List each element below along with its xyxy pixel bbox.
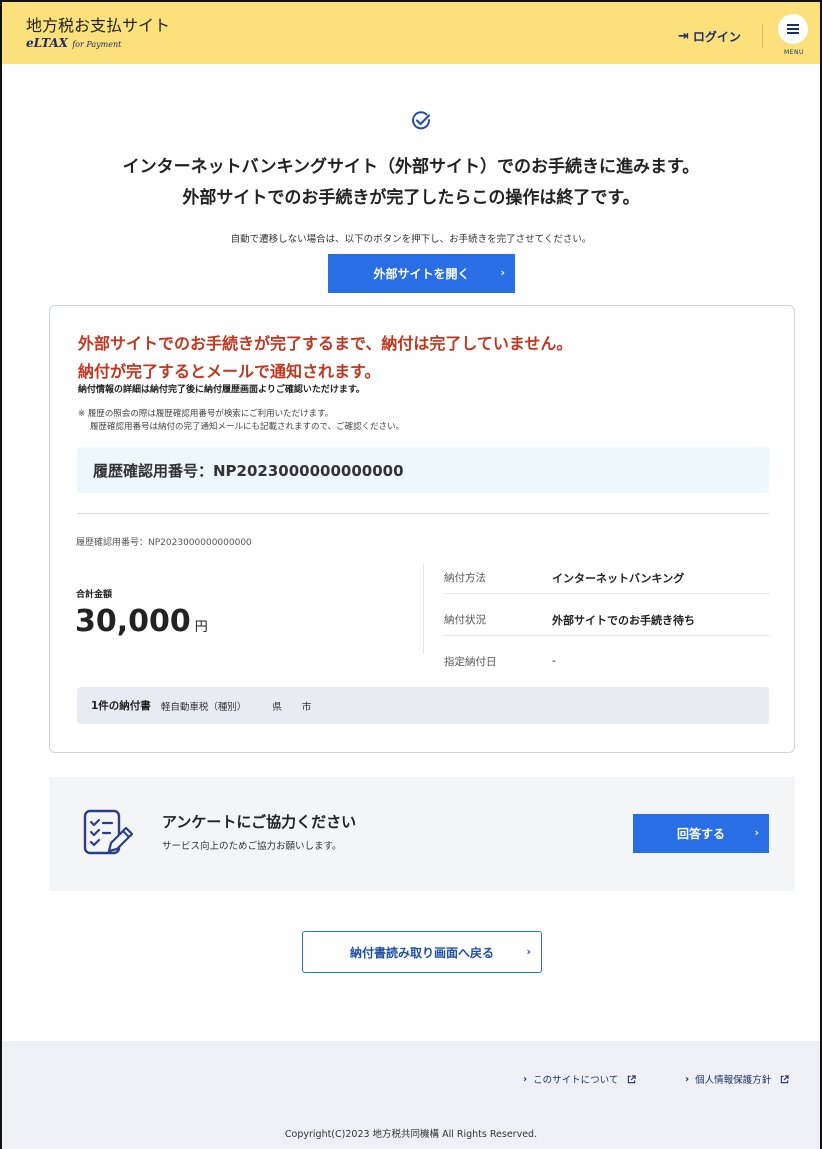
- auto-redirect-note: 自動で遷移しない場合は、以下のボタンを押下し、お手続きを完了させてください。: [230, 234, 592, 245]
- external-link-icon: [628, 1074, 636, 1083]
- footer-link-about[interactable]: › このサイトについて: [523, 1072, 636, 1086]
- total-amount-label: 合計金額: [76, 590, 113, 600]
- chevron-right-icon: ›: [500, 266, 505, 279]
- chevron-right-icon: ›: [685, 1073, 690, 1085]
- login-icon: ⇥: [678, 29, 689, 44]
- card-divider: [77, 513, 769, 514]
- info-value: インターネットバンキング: [552, 572, 685, 585]
- external-link-icon: [780, 1074, 789, 1083]
- login-label: ログイン: [692, 30, 741, 44]
- footer-link-privacy-label: 個人情報保護方針: [695, 1075, 772, 1086]
- bill-city: 市: [301, 701, 312, 713]
- info-row-payment-status: 納付状況 外部サイトでのお手続き待ち: [444, 604, 770, 636]
- login-link[interactable]: ⇥ ログイン: [678, 28, 741, 45]
- footer-link-about-label: このサイトについて: [533, 1075, 619, 1086]
- history-id-box: 履歴確認用番号：NP2023000000000000: [77, 447, 769, 493]
- survey-subtitle: サービス向上のためご協力お願いします。: [162, 841, 342, 852]
- survey-panel: アンケートにご協力ください サービス向上のためご協力お願いします。 回答する ›: [49, 777, 795, 891]
- hero-heading-line2: 外部サイトでのお手続きが完了したらこの操作は終了です。: [182, 188, 640, 208]
- footer-link-privacy[interactable]: › 個人情報保護方針: [685, 1072, 789, 1086]
- warning-line1: 外部サイトでのお手続きが完了するまで、納付は完了していません。: [78, 334, 573, 353]
- info-row-payment-method: 納付方法 インターネットバンキング: [444, 562, 770, 594]
- info-value: -: [552, 654, 556, 667]
- history-note2: 履歴確認用番号は納付の完了通知メールにも記載されますので、ご確認ください。: [90, 422, 405, 432]
- site-header: 地方税お支払サイト eLTAX for Payment ⇥ ログイン MENU: [2, 2, 820, 64]
- chevron-right-icon: ›: [523, 1073, 528, 1085]
- detail-note: 納付情報の詳細は納付完了後に納付履歴画面よりご確認いただけます。: [78, 385, 365, 395]
- bill-prefecture: 県: [272, 701, 282, 713]
- total-amount-unit: 円: [194, 620, 208, 635]
- open-external-site-label: 外部サイトを開く: [373, 267, 470, 281]
- menu-label: MENU: [784, 49, 804, 56]
- chevron-right-icon: ›: [754, 826, 759, 839]
- hamburger-icon: [787, 24, 799, 34]
- site-footer: › このサイトについて › 個人情報保護方針 Copyright(C)2023 …: [2, 1041, 820, 1149]
- vertical-divider: [423, 564, 424, 654]
- header-divider: [762, 24, 763, 48]
- logo-main: eLTAX: [26, 36, 68, 50]
- open-external-site-button[interactable]: 外部サイトを開く ›: [328, 254, 515, 293]
- chevron-right-icon: ›: [526, 945, 531, 958]
- bill-count: 1件の納付書: [91, 700, 151, 712]
- site-title[interactable]: 地方税お支払サイト: [26, 12, 170, 36]
- hero-heading-line1: インターネットバンキングサイト（外部サイト）でのお手続きに進みます。: [122, 157, 700, 177]
- payment-info-card: 外部サイトでのお手続きが完了するまで、納付は完了していません。 納付が完了すると…: [49, 305, 795, 753]
- check-circle-icon: [412, 111, 431, 130]
- page-frame: 地方税お支払サイト eLTAX for Payment ⇥ ログイン MENU …: [0, 0, 822, 1149]
- total-amount: 30,000 円: [75, 604, 208, 639]
- copyright: Copyright(C)2023 地方税共同機構 All Rights Rese…: [284, 1129, 538, 1140]
- history-id-heading: 履歴確認用番号：NP2023000000000000: [93, 461, 404, 480]
- total-amount-value: 30,000: [75, 604, 191, 639]
- warning-line2: 納付が完了するとメールで通知されます。: [78, 362, 381, 381]
- bill-summary-bar: 1件の納付書 軽自動車税（種別） 県 市: [77, 687, 769, 724]
- history-note1: ※ 履歴の照会の際は履歴確認用番号が検索にご利用いただけます。: [78, 409, 334, 419]
- back-to-scan-label: 納付書読み取り画面へ戻る: [349, 945, 494, 960]
- logo-sub: for Payment: [72, 40, 122, 49]
- survey-title: アンケートにご協力ください: [162, 813, 357, 831]
- answer-survey-label: 回答する: [676, 827, 725, 841]
- info-key: 指定納付日: [444, 656, 497, 668]
- back-to-scan-button[interactable]: 納付書読み取り画面へ戻る ›: [302, 931, 542, 973]
- info-row-payment-date: 指定納付日 -: [444, 646, 770, 678]
- info-key: 納付方法: [444, 572, 486, 584]
- info-value: 外部サイトでのお手続き待ち: [552, 614, 695, 627]
- menu-button[interactable]: [778, 14, 808, 44]
- history-id-small: 履歴確認用番号：NP2023000000000000: [76, 538, 252, 548]
- survey-checklist-icon: [83, 809, 133, 855]
- eltax-logo[interactable]: eLTAX for Payment: [26, 36, 121, 50]
- bill-tax-type: 軽自動車税（種別）: [160, 701, 247, 713]
- answer-survey-button[interactable]: 回答する ›: [633, 814, 769, 853]
- info-key: 納付状況: [444, 614, 486, 626]
